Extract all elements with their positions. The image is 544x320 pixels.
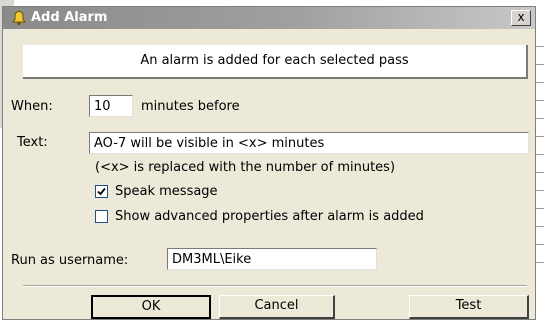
ok-button[interactable]: OK: [91, 295, 211, 319]
close-icon: x: [517, 10, 525, 24]
close-button[interactable]: x: [511, 10, 531, 26]
add-alarm-dialog: Add Alarm x An alarm is added for each s…: [2, 6, 536, 320]
minutes-before-label: minutes before: [141, 99, 240, 114]
speak-message-label[interactable]: Speak message: [115, 184, 218, 200]
when-label: When:: [11, 99, 53, 114]
run-as-label: Run as username:: [11, 253, 129, 268]
username-input[interactable]: [167, 248, 377, 270]
info-banner: An alarm is added for each selected pass: [23, 45, 528, 79]
test-button[interactable]: Test: [409, 295, 529, 319]
speak-message-checkbox[interactable]: [95, 185, 108, 198]
bell-icon: [11, 10, 27, 26]
title-bar[interactable]: Add Alarm x: [3, 7, 535, 29]
minutes-input[interactable]: [89, 95, 133, 117]
separator-highlight: [23, 286, 527, 287]
dialog-title: Add Alarm: [31, 10, 108, 25]
placeholder-hint: (<x> is replaced with the number of minu…: [95, 160, 396, 175]
cancel-button[interactable]: Cancel: [219, 295, 335, 319]
text-label: Text:: [17, 135, 48, 150]
show-advanced-label[interactable]: Show advanced properties after alarm is …: [115, 209, 424, 225]
show-advanced-checkbox[interactable]: [95, 210, 108, 223]
checkmark-icon: [97, 187, 106, 196]
background-grid: [536, 0, 544, 320]
alarm-text-input[interactable]: [89, 132, 529, 154]
